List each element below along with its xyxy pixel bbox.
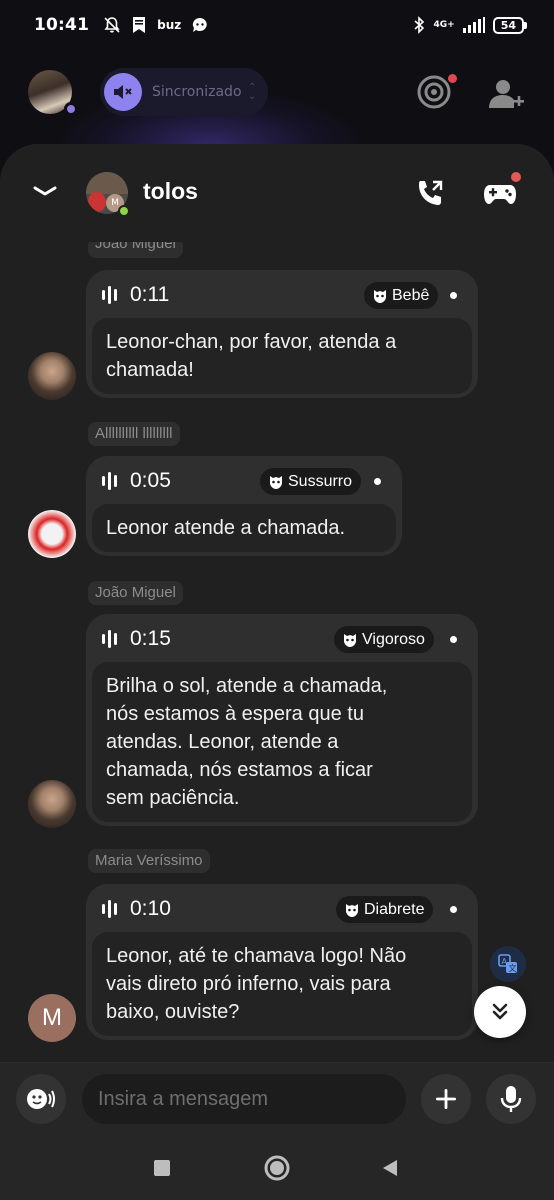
sender-name: João Miguel <box>88 581 183 605</box>
mask-icon <box>268 474 284 490</box>
voice-duration: 0:10 <box>130 897 171 920</box>
unread-dot <box>450 906 457 913</box>
system-navigation-bar <box>0 1136 554 1200</box>
voice-duration: 0:11 <box>130 283 170 306</box>
status-bar: 10:41 buz 4G+ 54 <box>0 0 554 50</box>
sender-avatar[interactable]: M <box>28 994 76 1042</box>
back-button[interactable] <box>372 1150 408 1186</box>
messages-list[interactable]: João Miguel 0:11 Bebê Leonor-chan, por f… <box>0 240 554 1064</box>
attach-button[interactable] <box>421 1074 471 1124</box>
voice-message-header: 0:11 <box>102 282 169 308</box>
voice-filter-name: Bebê <box>392 286 430 304</box>
voice-filter-tag: Vigoroso <box>334 626 434 653</box>
voice-message-bubble[interactable]: 0:15 Vigoroso Brilha o sol, atende a cha… <box>86 614 478 826</box>
square-icon <box>154 1160 170 1176</box>
plus-icon <box>436 1089 456 1109</box>
voice-filter-name: Vigoroso <box>362 630 425 648</box>
translate-icon: A文 <box>498 954 517 973</box>
voice-transcript: Brilha o sol, atende a chamada, nós esta… <box>92 662 472 822</box>
chevron-updown-icon: ⌃ ⌄ <box>248 82 257 102</box>
bluetooth-icon <box>414 16 425 34</box>
voice-filter-button[interactable] <box>16 1074 66 1124</box>
unread-dot <box>450 292 457 299</box>
sender-avatar[interactable] <box>28 780 76 828</box>
voice-filter-name: Diabrete <box>364 900 425 918</box>
voice-transcript: Leonor, até te chamava logo! Não vais di… <box>92 932 472 1036</box>
voice-filter-tag: Sussurro <box>260 468 362 495</box>
recent-apps-button[interactable] <box>144 1150 180 1186</box>
sender-avatar[interactable] <box>28 510 76 558</box>
scroll-to-bottom-button[interactable] <box>474 986 526 1038</box>
voice-filter-tag: Diabrete <box>336 896 434 923</box>
audio-wave-icon <box>102 284 124 306</box>
radar-notification-dot <box>448 74 457 83</box>
sync-status-text: Sincronizado com "Nã... <box>152 83 244 100</box>
status-left-icons: buz <box>103 16 209 34</box>
voice-transcript: Leonor atende a chamada. <box>92 504 396 552</box>
sender-name: Maria Veríssimo <box>88 849 210 873</box>
chat-header: M tolos <box>0 144 554 242</box>
profile-status-dot <box>64 102 78 116</box>
status-right-icons: 4G+ 54 <box>413 16 528 34</box>
voice-message-bubble[interactable]: 0:10 Diabrete Leonor, até te chamava log… <box>86 884 478 1040</box>
voice-message-bubble[interactable]: 0:05 Sussurro Leonor atende a chamada. <box>86 456 402 556</box>
voice-face-icon <box>27 1089 55 1109</box>
add-user-icon[interactable] <box>486 74 526 114</box>
voice-duration: 0:15 <box>130 627 171 650</box>
voice-transcript: Leonor-chan, por favor, atenda a chamada… <box>92 318 472 394</box>
audio-wave-icon <box>102 628 124 650</box>
sender-name: João Miguel <box>88 240 183 258</box>
collapse-chevron-icon[interactable] <box>30 180 60 202</box>
game-notification-dot <box>511 172 521 182</box>
voice-filter-name: Sussurro <box>288 472 353 490</box>
phone-call-icon[interactable] <box>414 178 446 210</box>
bell-off-icon <box>104 17 120 33</box>
voice-message-header: 0:05 <box>102 468 171 494</box>
voice-message-bubble[interactable]: 0:11 Bebê Leonor-chan, por favor, atenda… <box>86 270 478 398</box>
mask-icon <box>344 902 360 918</box>
sender-name: Allllllllll lllllllll <box>88 422 180 446</box>
voice-duration: 0:05 <box>130 469 171 492</box>
signal-icon <box>462 17 485 33</box>
battery-indicator: 54 <box>492 16 528 34</box>
mask-icon <box>372 288 388 304</box>
home-button[interactable] <box>259 1150 295 1186</box>
unread-dot <box>374 478 381 485</box>
sync-status-pill[interactable]: Sincronizado com "Nã... ⌃⌄ <box>100 68 268 116</box>
chat-title[interactable]: tolos <box>143 178 198 205</box>
voice-message-header: 0:10 <box>102 896 171 922</box>
buz-badge: buz <box>157 18 182 32</box>
svg-text:文: 文 <box>509 963 517 973</box>
message-input-bar <box>0 1062 554 1136</box>
chat-panel: M tolos João Miguel 0:11 Bebê Leonor-cha… <box>0 144 554 1200</box>
audio-wave-icon <box>102 470 124 492</box>
voice-filter-tag: Bebê <box>364 282 439 309</box>
voice-message-header: 0:15 <box>102 626 171 652</box>
microphone-icon <box>500 1086 522 1112</box>
gamepad-icon[interactable] <box>482 178 518 208</box>
chat-bubble-icon <box>193 17 207 32</box>
bookmark-icon <box>133 17 146 33</box>
audio-wave-icon <box>102 898 124 920</box>
circle-icon <box>264 1155 290 1181</box>
top-app-bar: Sincronizado com "Nã... ⌃⌄ <box>0 50 554 200</box>
network-label: 4G+ <box>433 19 455 30</box>
double-chevron-down-icon <box>492 1003 508 1020</box>
sender-avatar[interactable] <box>28 352 76 400</box>
unread-dot <box>450 636 457 643</box>
message-input[interactable] <box>82 1074 406 1124</box>
online-status-dot <box>118 205 130 217</box>
status-time: 10:41 <box>34 15 90 35</box>
back-triangle-icon <box>383 1160 397 1176</box>
record-voice-button[interactable] <box>486 1074 536 1124</box>
translate-button[interactable]: A文 <box>490 946 526 982</box>
mask-icon <box>342 632 358 648</box>
speaker-muted-icon <box>104 73 142 111</box>
